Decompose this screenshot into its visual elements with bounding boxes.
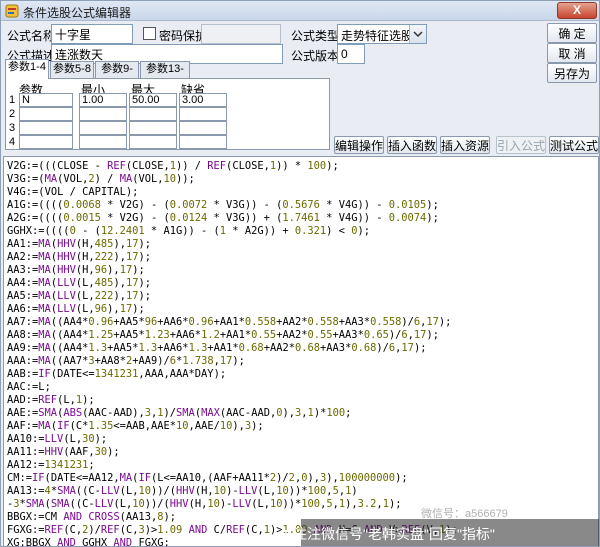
formula-name-label: 公式名称 [7, 29, 56, 43]
code-line[interactable]: AA5:=MA(LLV(L,222),17); [7, 290, 151, 303]
param-cell[interactable]: 50.00 [129, 93, 177, 107]
code-line[interactable]: AA10:=LLV(L,30); [7, 433, 107, 446]
insert-function-button[interactable]: 插入函数 [387, 136, 437, 154]
watermark-sub: 微信号：a566679 [421, 508, 508, 520]
param-cell[interactable] [129, 121, 177, 135]
code-line[interactable]: AA1:=MA(HHV(H,485),17); [7, 238, 151, 251]
save-as-button[interactable]: 另存为 [547, 63, 597, 83]
param-cell[interactable] [19, 107, 73, 121]
formula-version-label: 公式版本 [291, 49, 340, 63]
code-line[interactable]: AA8:=MA((AA4*1.25+AA5*1.23+AA6*1.2+AA1*0… [7, 329, 439, 342]
code-line[interactable]: AAB:=IF(DATE<=1341231,AAA,AAA*DAY); [7, 368, 226, 381]
code-line[interactable]: V3G:=(MA(VOL,2) / MA(VOL,10)); [7, 173, 195, 186]
formula-version-input[interactable] [337, 44, 365, 64]
param-cell[interactable] [19, 135, 73, 149]
param-cell[interactable] [179, 135, 227, 149]
code-line[interactable]: BBGX:=CM AND CROSS(AA13,8); [7, 511, 176, 524]
window-title: 条件选股公式编辑器 [23, 6, 132, 20]
param-cell[interactable] [179, 121, 227, 135]
param-row-number: 1 [9, 94, 16, 106]
code-line[interactable]: AA9:=MA((AA4*1.3+AA5*1.3+AA6*1.3+AA1*0.6… [7, 342, 426, 355]
formula-type-value: 走势特征选股 [341, 29, 414, 43]
code-line[interactable]: GGHX:=((((0 - (12.2401 * A1G)) - (1 * A2… [7, 225, 370, 238]
tab-params-9-12[interactable]: 参数9-12 [95, 61, 139, 90]
code-line[interactable]: AA6:=MA(LLV(L,96),17); [7, 303, 145, 316]
code-line[interactable]: AAE:=SMA(ABS(AAC-AAD),3,1)/SMA(MAX(AAC-A… [7, 407, 351, 420]
formula-editor-window: 条件选股公式编辑器 X 公式名称 密码保护 公式类型 走势特征选股 确 定 公式… [0, 0, 600, 547]
code-line[interactable]: AA3:=MA(HHV(H,96),17); [7, 264, 145, 277]
watermark-text: 关注注微信号"老韩实盘"回复"指标" [279, 526, 495, 542]
param-cell[interactable] [79, 135, 127, 149]
password-input[interactable] [201, 24, 281, 44]
param-cell[interactable]: N [19, 93, 73, 107]
code-line[interactable]: AA4:=MA(LLV(L,485),17); [7, 277, 151, 290]
code-line[interactable]: -3*SMA(SMA((C-LLV(L,10))/(HHV(H,10)-LLV(… [7, 498, 401, 511]
param-row-number: 4 [9, 136, 16, 148]
edit-ops-button[interactable]: 编辑操作 [334, 136, 384, 154]
param-cell[interactable] [129, 135, 177, 149]
param-cell[interactable]: 1.00 [79, 93, 127, 107]
param-row-number: 3 [9, 122, 16, 134]
ok-button[interactable]: 确 定 [547, 23, 597, 43]
code-line[interactable]: V4G:=(VOL / CAPITAL); [7, 186, 138, 199]
param-cell[interactable] [179, 107, 227, 121]
code-line[interactable]: CM:=IF(DATE<=AA12,MA(IF(L<=AA10,(AAF+AA1… [7, 472, 408, 485]
param-cell[interactable] [79, 121, 127, 135]
param-cell[interactable] [129, 107, 177, 121]
tab-params-5-8[interactable]: 参数5-8 [50, 61, 94, 78]
code-line[interactable]: AA11:=HHV(AAF,30); [7, 446, 120, 459]
code-line[interactable]: AAA:=MA((AA7*3+AA8*2+AA9)/6*1.738,17); [7, 355, 245, 368]
code-line[interactable]: AAF:=MA(IF(C*1.35<=AAB,AAE*10,AAE/10),3)… [7, 420, 264, 433]
formula-type-label: 公式类型 [291, 29, 340, 43]
code-line[interactable]: AA2:=MA(HHV(H,222),17); [7, 251, 151, 264]
code-line[interactable]: A1G:=((((0.0068 * V2G) - (0.0072 * V3G))… [7, 199, 439, 212]
close-window-button[interactable]: X [557, 2, 597, 19]
code-line[interactable]: AAD:=REF(L,1); [7, 394, 95, 407]
insert-resource-button[interactable]: 插入资源 [440, 136, 490, 154]
app-icon [5, 4, 19, 18]
title-bar[interactable]: 条件选股公式编辑器 X [1, 1, 599, 21]
tab-params-13-16[interactable]: 参数13-16 [140, 61, 190, 90]
code-line[interactable]: AA13:=4*SMA((C-LLV(L,10))/(HHV(H,10)-LLV… [7, 485, 358, 498]
code-line[interactable]: A2G:=((((0.0015 * V2G) - (0.0124 * V3G))… [7, 212, 439, 225]
param-row-number: 2 [9, 108, 16, 120]
dropdown-button[interactable] [409, 25, 426, 43]
password-label: 密码保护 [159, 29, 208, 43]
code-line[interactable]: XG:BBGX AND GGHX AND FGXG; [7, 537, 170, 546]
code-line[interactable]: V2G:=(((CLOSE - REF(CLOSE,1)) / REF(CLOS… [7, 160, 339, 173]
code-line[interactable]: AA12:=1341231; [7, 459, 95, 472]
formula-name-input[interactable] [51, 24, 133, 44]
param-cell[interactable] [19, 121, 73, 135]
import-formula-button[interactable]: 引入公式 [496, 136, 546, 154]
code-line[interactable]: AA7:=MA((AA4*0.96+AA5*96+AA6*0.96+AA1*0.… [7, 316, 451, 329]
password-checkbox[interactable] [143, 27, 156, 40]
tab-params-1-4[interactable]: 参数1-4 [5, 59, 49, 79]
test-formula-button[interactable]: 测试公式 [549, 136, 599, 154]
formula-code-editor[interactable]: V2G:=(((CLOSE - REF(CLOSE,1)) / REF(CLOS… [3, 156, 599, 546]
param-cell[interactable] [79, 107, 127, 121]
chevron-down-icon [413, 31, 423, 38]
param-cell[interactable]: 3.00 [179, 93, 227, 107]
code-line[interactable]: AAC:=L; [7, 381, 51, 394]
formula-type-select[interactable]: 走势特征选股 [337, 24, 427, 44]
cancel-button[interactable]: 取 消 [547, 43, 597, 63]
